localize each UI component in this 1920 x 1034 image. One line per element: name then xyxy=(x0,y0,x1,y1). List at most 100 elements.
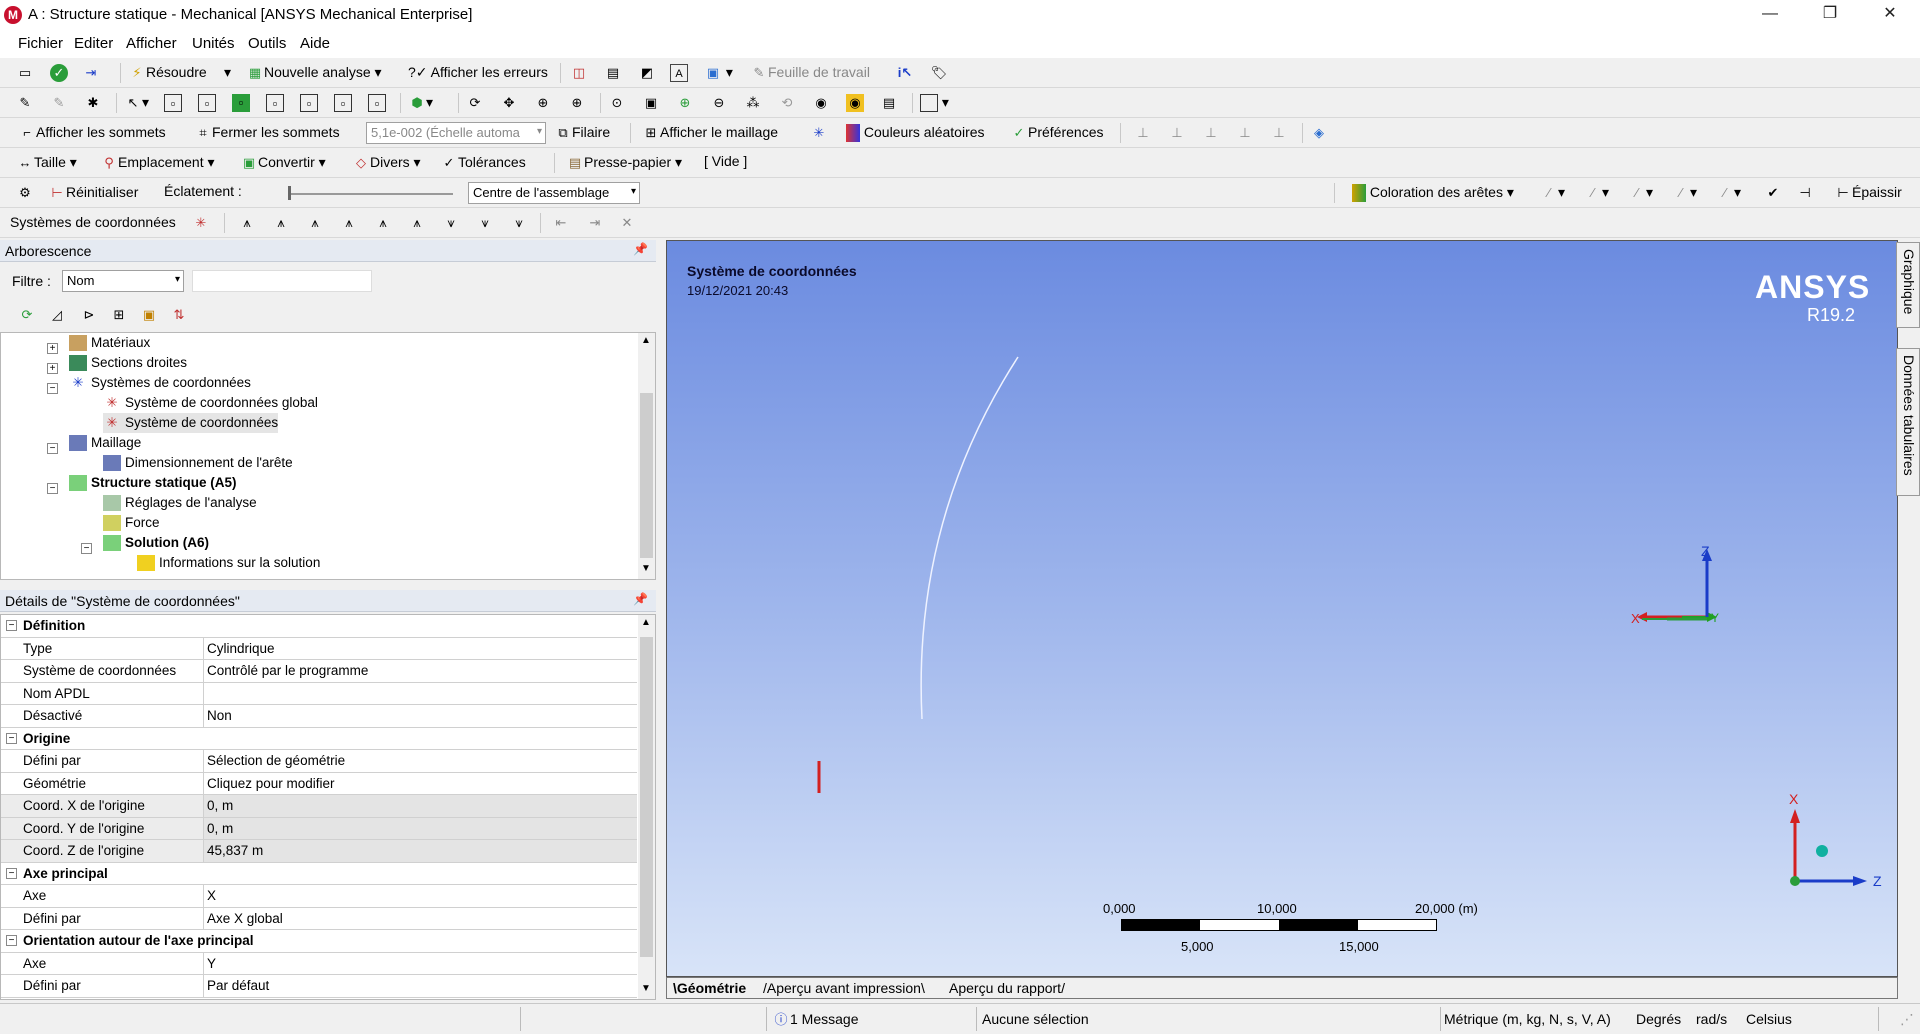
expand-branch-icon[interactable]: ⊳ xyxy=(80,306,98,324)
details-row-origin-z[interactable]: Coord. Z de l'origine 45,837 m xyxy=(1,840,637,863)
edge-style-icon-1[interactable]: ⁄ ▾ xyxy=(1540,184,1565,202)
menu-fichier[interactable]: Fichier xyxy=(14,30,67,57)
details-row-defined-by[interactable]: Défini par Sélection de géométrie xyxy=(1,750,637,773)
cs-tool-icon-5[interactable]: ⩚ xyxy=(374,214,392,232)
rotate-icon[interactable]: ⟳ xyxy=(466,94,484,112)
zoom-fit-icon[interactable]: ▣ xyxy=(642,94,660,112)
expand-sections[interactable]: + xyxy=(47,363,58,374)
filter-combo[interactable]: Nom ▾ xyxy=(62,270,184,292)
details-section-origin[interactable]: − Origine xyxy=(1,728,637,750)
annotation-icon-2[interactable]: ⊥ xyxy=(1168,124,1186,142)
details-pin-icon[interactable]: 📌 xyxy=(633,592,648,606)
messages-status[interactable]: ⓘ 1 Message xyxy=(772,1011,858,1029)
degrees-status[interactable]: Degrés xyxy=(1636,1011,1681,1027)
minimize-button[interactable]: — xyxy=(1740,0,1800,30)
filter-search-input[interactable] xyxy=(192,270,372,292)
tree-node-solution-info[interactable]: Informations sur la solution xyxy=(137,553,320,573)
tree-arrow-icon[interactable]: ⇥ xyxy=(82,64,100,82)
select-edge-icon[interactable]: ▫ xyxy=(198,94,216,113)
folder-icon[interactable]: ▣ xyxy=(140,306,158,324)
cs-delete-icon[interactable]: ✕ xyxy=(618,214,636,232)
view-next-icon[interactable]: ◉ xyxy=(812,94,830,112)
size-button[interactable]: ↔ Taille ▾ xyxy=(16,154,77,172)
menu-unites[interactable]: Unités xyxy=(188,30,239,57)
thicken-button[interactable]: ⊢ Épaissir xyxy=(1834,184,1901,202)
paint-icon[interactable]: ✎ xyxy=(16,94,34,112)
resize-grip-icon[interactable]: ⋰ xyxy=(1900,1011,1914,1028)
reset-button[interactable]: ⊢ Réinitialiser xyxy=(48,184,138,202)
chart-icon[interactable]: ▤ xyxy=(604,64,622,82)
details-row-orient-axis[interactable]: Axe Y xyxy=(1,952,637,975)
details-row-origin-x[interactable]: Coord. X de l'origine 0, m xyxy=(1,795,637,818)
cs-tool-icon-3[interactable]: ⩚ xyxy=(306,214,324,232)
edge-style-icon-3[interactable]: ⁄ ▾ xyxy=(1628,184,1653,202)
tolerances-button[interactable]: ✓ Tolérances xyxy=(440,154,526,172)
units-status[interactable]: Métrique (m, kg, N, s, V, A) xyxy=(1444,1011,1611,1027)
expand-all-icon[interactable]: ⊞ xyxy=(110,306,128,324)
tree-node-force[interactable]: Force xyxy=(103,513,160,533)
details-section-orientation[interactable]: − Orientation autour de l'axe principal xyxy=(1,930,637,953)
details-row-axis[interactable]: Axe X xyxy=(1,885,637,908)
tree-node-sections[interactable]: Sections droites xyxy=(69,353,187,373)
random-colors-button[interactable]: Couleurs aléatoires xyxy=(846,124,985,143)
details-row-cs[interactable]: Système de coordonnées Contrôlé par le pr… xyxy=(1,660,637,683)
clipboard-button[interactable]: ▤ Presse-papier ▾ xyxy=(566,154,682,172)
close-vertices-button[interactable]: ⌗ Fermer les sommets xyxy=(194,124,339,142)
solve-dropdown-icon[interactable]: ▾ xyxy=(224,64,231,81)
tree-scrollbar[interactable]: ▲ ▼ xyxy=(638,333,655,579)
cs-tool-icon-8[interactable]: ⩛ xyxy=(476,214,494,232)
command-icon[interactable]: ▭ xyxy=(16,64,34,82)
label-icon[interactable]: ✎ xyxy=(50,94,68,112)
cs-move-icon-2[interactable]: ⇥ xyxy=(586,214,604,232)
assembly-center-combo[interactable]: Centre de l'assemblage ▾ xyxy=(468,182,640,204)
details-row-apdl[interactable]: Nom APDL xyxy=(1,682,637,705)
close-button[interactable]: ✕ xyxy=(1860,0,1920,30)
select-node-icon[interactable]: ▫ xyxy=(300,94,318,113)
explode-slider[interactable] xyxy=(288,193,453,195)
axis-triad-icon[interactable]: ✳ xyxy=(810,124,828,142)
tree-node-materials[interactable]: Matériaux xyxy=(69,333,150,353)
edge-style-icon-5[interactable]: ⁄ ▾ xyxy=(1716,184,1741,202)
new-analysis-button[interactable]: ▦ Nouvelle analyse ▾ xyxy=(246,64,382,82)
explode-icon[interactable]: ⚙ xyxy=(16,184,34,202)
select-mesh-icon[interactable]: ▫ xyxy=(368,94,386,113)
misc-button[interactable]: ◇ Divers ▾ xyxy=(352,154,421,172)
explode-slider-thumb[interactable] xyxy=(288,186,291,200)
select-element-icon[interactable]: ▫ xyxy=(334,94,352,113)
side-tab-tabular-data[interactable]: Données tabulaires xyxy=(1896,348,1920,496)
tree-node-cs[interactable]: ✳ Système de coordonnées xyxy=(103,413,279,433)
pan-icon[interactable]: ✥ xyxy=(500,94,518,112)
cs-tool-icon-2[interactable]: ⩚ xyxy=(272,214,290,232)
pin-icon[interactable]: 📌 xyxy=(633,242,648,256)
details-row-origin-y[interactable]: Coord. Y de l'origine 0, m xyxy=(1,817,637,840)
location-button[interactable]: ⚲ Emplacement ▾ xyxy=(100,154,214,172)
check-icon[interactable]: ✓ xyxy=(50,64,68,83)
cs-tool-icon-7[interactable]: ⩛ xyxy=(442,214,460,232)
point-icon[interactable]: ✱ xyxy=(84,94,102,112)
details-row-geometry[interactable]: Géométrie Cliquez pour modifier xyxy=(1,772,637,795)
image-icon[interactable]: ▣ ▾ xyxy=(704,64,733,82)
preferences-button[interactable]: ✓ Préférences xyxy=(1010,124,1104,142)
details-section-principal-axis[interactable]: − Axe principal xyxy=(1,863,637,885)
details-row-suppressed[interactable]: Désactivé Non xyxy=(1,705,637,728)
edge-style-icon-4[interactable]: ⁄ ▾ xyxy=(1672,184,1697,202)
edge-coloring-button[interactable]: Coloration des arêtes ▾ xyxy=(1352,184,1514,203)
tree-node-analysis-settings[interactable]: Réglages de l'analyse xyxy=(103,493,257,513)
viewport-layout-icon[interactable]: ▾ xyxy=(920,94,949,113)
graph-icon[interactable]: ◩ xyxy=(638,64,656,82)
edge-tool-icon[interactable]: ✔ xyxy=(1764,184,1782,202)
details-section-definition[interactable]: − Définition xyxy=(1,615,637,638)
model-icon[interactable]: ◈ xyxy=(1310,124,1328,142)
sort-icon[interactable]: ⇅ xyxy=(170,306,188,324)
expand-materials[interactable]: + xyxy=(47,343,58,354)
cs-tool-icon-1[interactable]: ⩚ xyxy=(238,214,256,232)
print-icon[interactable]: ▤ xyxy=(880,94,898,112)
refresh-icon[interactable]: ⟳ xyxy=(18,306,36,324)
tag-icon[interactable]: 🏷 xyxy=(930,64,948,82)
details-row-axis-defined-by[interactable]: Défini par Axe X global xyxy=(1,907,637,930)
convert-button[interactable]: ▣ Convertir ▾ xyxy=(240,154,326,172)
annotation-icon-5[interactable]: ⊥ xyxy=(1270,124,1288,142)
tree-node-global-cs[interactable]: ✳ Système de coordonnées global xyxy=(103,393,318,413)
collapse-solution[interactable]: − xyxy=(81,543,92,554)
text-annotation-icon[interactable]: A xyxy=(670,64,688,83)
